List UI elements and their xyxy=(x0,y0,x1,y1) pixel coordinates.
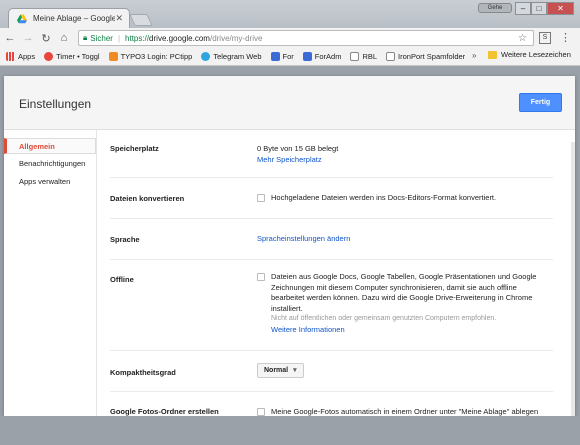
apps-grid-icon xyxy=(6,52,15,61)
minimize-icon[interactable]: – xyxy=(515,2,531,15)
settings-dialog: Einstellungen Fertig Allgemein Benachric… xyxy=(4,76,575,416)
setting-density: Kompaktheitsgrad Normal ▾ xyxy=(110,352,553,392)
sidebar-item-notifications[interactable]: Benachrichtigungen xyxy=(4,156,96,172)
convert-label: Dateien konvertieren xyxy=(110,194,185,203)
home-icon[interactable]: ⌂ xyxy=(56,32,72,44)
menu-icon[interactable]: ⋮ xyxy=(560,31,571,44)
bookmark-foradm[interactable]: ForAdm xyxy=(302,52,342,61)
bookmark-label: IronPort Spamfolder xyxy=(398,52,466,61)
bookmark-for[interactable]: For xyxy=(270,52,294,61)
bookmark-ironport[interactable]: IronPort Spamfolder xyxy=(386,52,465,61)
language-link[interactable]: Spracheinstellungen ändern xyxy=(257,234,547,245)
telegram-icon xyxy=(201,52,211,61)
page-icon xyxy=(386,52,396,61)
photos-checkbox[interactable] xyxy=(257,408,265,416)
setting-storage: Speicherplatz 0 Byte von 15 GB belegt Me… xyxy=(110,140,553,178)
bookmark-star-icon[interactable]: ☆ xyxy=(518,33,527,44)
bookmark-label: ForAdm xyxy=(314,52,342,61)
bookmark-label: RBL xyxy=(362,52,378,61)
bookmark-apps[interactable]: Apps xyxy=(6,52,35,61)
sidebar-item-manage-apps[interactable]: Apps verwalten xyxy=(4,174,96,190)
sidebar-divider xyxy=(96,130,97,416)
toggl-icon xyxy=(44,52,54,61)
storage-label: Speicherplatz xyxy=(110,144,159,153)
offline-label: Offline xyxy=(110,275,134,284)
dialog-scrollbar[interactable] xyxy=(571,142,575,416)
bookmark-toggl[interactable]: Timer • Toggl xyxy=(44,52,100,61)
close-tab-icon[interactable]: ✕ xyxy=(115,13,123,24)
new-tab-button[interactable] xyxy=(129,14,153,26)
convert-option: Hochgeladene Dateien werden ins Docs-Edi… xyxy=(257,193,547,204)
page-icon xyxy=(350,52,360,61)
language-label: Sprache xyxy=(110,235,140,244)
bookmark-typo3[interactable]: TYPO3 Login: PCtipp xyxy=(108,52,193,61)
offline-note: Nicht auf öffentlichen oder gemeinsam ge… xyxy=(271,315,497,322)
storage-usage: 0 Byte von 15 GB belegt xyxy=(257,144,339,153)
setting-offline: Offline Dateien aus Google Docs, Google … xyxy=(110,261,553,351)
density-label: Kompaktheitsgrad xyxy=(110,368,176,377)
bookmark-label: Apps xyxy=(18,52,36,61)
browser-tab[interactable]: Meine Ablage – Google D ✕ xyxy=(8,8,130,28)
learn-more-link[interactable]: Weitere Informationen xyxy=(271,325,547,336)
density-control: Normal ▾ xyxy=(257,363,547,378)
other-bookmarks-label: Weitere Lesezeichen xyxy=(501,50,571,59)
offline-text: Dateien aus Google Docs, Google Tabellen… xyxy=(271,272,537,313)
done-button[interactable]: Fertig xyxy=(519,93,562,112)
url-path: /drive/my-drive xyxy=(209,33,263,43)
more-bookmarks-icon[interactable]: » xyxy=(472,51,476,60)
secure-label: Sicher xyxy=(90,33,113,43)
reload-icon[interactable]: ↻ xyxy=(38,32,54,45)
extension-icon[interactable]: S xyxy=(539,32,551,44)
setting-language: Sprache Spracheinstellungen ändern xyxy=(110,220,553,260)
profile-badge[interactable]: Gehe xyxy=(478,3,512,13)
typo3-icon xyxy=(108,52,118,61)
maximize-icon[interactable]: □ xyxy=(531,2,547,15)
storage-value: 0 Byte von 15 GB belegt Mehr Speicherpla… xyxy=(257,144,547,165)
density-select[interactable]: Normal ▾ xyxy=(257,363,304,378)
folder-icon xyxy=(488,50,497,59)
back-icon[interactable]: ← xyxy=(2,32,18,44)
bookmark-rbl[interactable]: RBL xyxy=(350,52,377,61)
tab-title: Meine Ablage – Google D xyxy=(33,14,116,23)
url-host: drive.google.com xyxy=(149,33,210,43)
offline-checkbox[interactable] xyxy=(257,273,265,281)
bookmark-label: Telegram Web xyxy=(213,52,262,61)
settings-sidebar: Allgemein Benachrichtigungen Apps verwal… xyxy=(4,138,96,190)
other-bookmarks[interactable]: Weitere Lesezeichen xyxy=(488,50,571,59)
density-value: Normal xyxy=(264,367,289,374)
forum-icon xyxy=(302,52,312,61)
dialog-header: Einstellungen Fertig xyxy=(4,76,575,130)
forward-icon[interactable]: → xyxy=(20,32,36,44)
dropdown-arrow-icon: ▾ xyxy=(293,367,297,374)
title-bar: Meine Ablage – Google D ✕ Gehe – □ ✕ xyxy=(0,0,580,28)
setting-convert: Dateien konvertieren Hochgeladene Dateie… xyxy=(110,179,553,219)
bookmark-label: For xyxy=(282,52,294,61)
setting-photos: Google Fotos-Ordner erstellen Meine Goog… xyxy=(110,393,553,416)
google-drive-icon xyxy=(17,14,27,23)
page-bottom-backdrop xyxy=(0,416,580,445)
dialog-title: Einstellungen xyxy=(19,97,92,111)
address-bar[interactable]: 🔒︎ Sicher | https:// drive.google.com /d… xyxy=(78,30,534,46)
sidebar-item-general[interactable]: Allgemein xyxy=(4,138,96,154)
url-protocol: https:// xyxy=(125,33,150,43)
bookmark-label: Timer • Toggl xyxy=(56,52,100,61)
more-storage-link[interactable]: Mehr Speicherplatz xyxy=(257,155,547,166)
bookmark-telegram[interactable]: Telegram Web xyxy=(201,52,262,61)
close-window-icon[interactable]: ✕ xyxy=(547,2,574,15)
convert-checkbox[interactable] xyxy=(257,194,265,202)
photos-text: Meine Google-Fotos automatisch in einem … xyxy=(271,407,539,416)
address-separator: | xyxy=(117,33,121,43)
bookmark-label: TYPO3 Login: PCtipp xyxy=(120,52,193,61)
lock-icon: 🔒︎ xyxy=(83,33,88,42)
forum-icon xyxy=(270,52,280,61)
offline-option: Dateien aus Google Docs, Google Tabellen… xyxy=(257,272,547,335)
photos-label: Google Fotos-Ordner erstellen xyxy=(110,407,219,416)
convert-text: Hochgeladene Dateien werden ins Docs-Edi… xyxy=(271,193,497,202)
